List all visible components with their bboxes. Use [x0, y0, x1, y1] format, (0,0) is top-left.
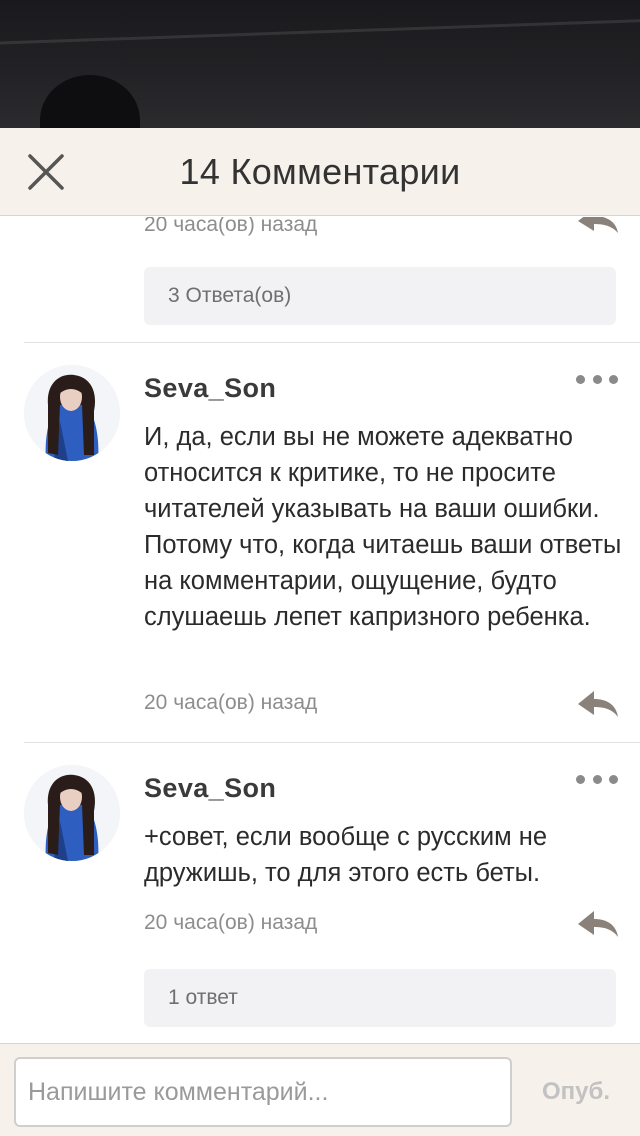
comment-item: Seva_Son И, да, если вы не можете адеква… [0, 343, 640, 743]
previous-comment-timestamp: 20 часа(ов) назад [144, 217, 318, 236]
previous-reply-button[interactable] [576, 217, 620, 235]
avatar-image [24, 765, 120, 861]
avatar[interactable] [24, 765, 120, 861]
publish-button[interactable]: Опуб. [524, 1057, 628, 1127]
comment-input[interactable] [14, 1057, 512, 1127]
more-dots-icon [576, 774, 585, 784]
avatar[interactable] [24, 365, 120, 461]
comment-timestamp: 20 часа(ов) назад [144, 691, 318, 714]
reply-arrow-icon [578, 691, 618, 717]
comment-text: +совет, если вообще с русским не дружишь… [144, 823, 548, 887]
comment-author[interactable]: Seva_Son [144, 773, 276, 804]
background-photo [0, 0, 640, 128]
replies-button[interactable]: 1 ответ [144, 969, 616, 1027]
previous-replies-button[interactable]: 3 Ответа(ов) [144, 267, 616, 325]
background-beam [0, 17, 640, 46]
reply-button[interactable] [576, 909, 620, 939]
reply-arrow-icon [578, 217, 618, 233]
comments-header: 14 Комментарии [0, 128, 640, 216]
comment-timestamp: 20 часа(ов) назад [144, 911, 318, 934]
comment-item: Seva_Son +совет, если вообще с русским н… [0, 743, 640, 1043]
reply-button[interactable] [576, 689, 620, 719]
more-dots-icon [576, 374, 585, 384]
reply-arrow-icon [578, 911, 618, 937]
comment-author[interactable]: Seva_Son [144, 373, 276, 404]
comment-text: И, да, если вы не можете адекватно относ… [144, 423, 622, 631]
page-title: 14 Комментарии [179, 151, 461, 192]
background-silhouette [40, 75, 140, 128]
more-options-button[interactable] [576, 769, 618, 789]
comment-feed[interactable]: 20 часа(ов) назад 3 Ответа(ов) Seva_Son … [0, 217, 640, 1043]
avatar-image [24, 365, 120, 461]
more-options-button[interactable] [576, 369, 618, 389]
comment-composer: Опуб. [0, 1043, 640, 1136]
